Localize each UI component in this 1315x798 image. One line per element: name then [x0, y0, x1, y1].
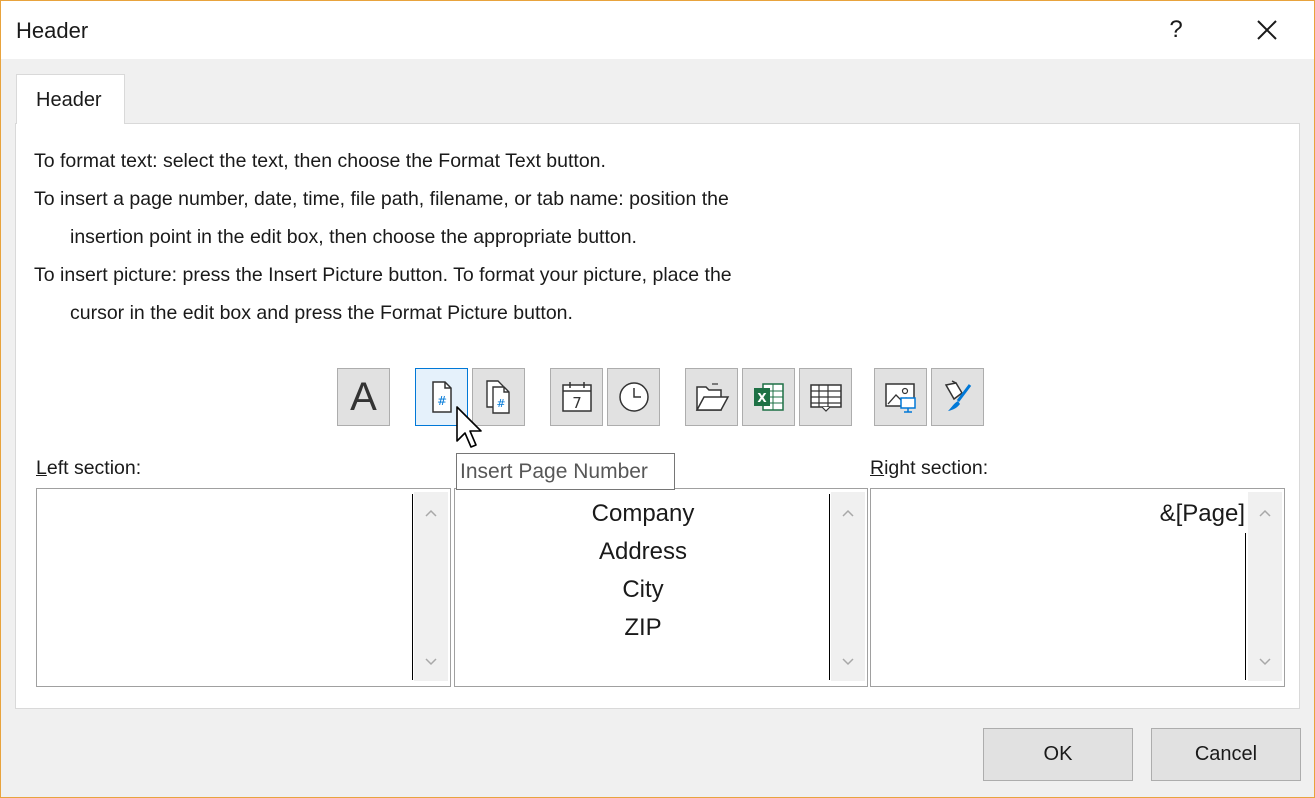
left-section-editbox[interactable] — [36, 488, 451, 687]
close-button[interactable] — [1244, 1, 1290, 59]
center-section-editbox[interactable]: Company Address City ZIP — [454, 488, 868, 687]
scroll-down-arrow[interactable] — [1248, 651, 1282, 673]
filename-icon: X — [753, 383, 784, 411]
format-picture-icon — [944, 380, 971, 411]
dialog-title: Header — [16, 18, 89, 43]
instruction-line-3: insertion point in the edit box, then ch… — [70, 226, 637, 248]
mouse-cursor-icon — [456, 406, 482, 448]
insert-picture-button[interactable] — [874, 368, 927, 426]
svg-text:#: # — [496, 397, 505, 410]
instruction-line-1: To format text: select the text, then ch… — [34, 150, 606, 172]
left-section-scrollbar[interactable] — [414, 492, 448, 681]
insert-sheet-name-button[interactable] — [799, 368, 852, 426]
insert-time-button[interactable] — [607, 368, 660, 426]
format-picture-button[interactable] — [931, 368, 984, 426]
sheet-name-icon — [809, 384, 842, 412]
chevron-down-icon — [842, 658, 854, 666]
svg-text:#: # — [436, 394, 446, 408]
insert-date-button[interactable]: 7 — [550, 368, 603, 426]
insert-file-path-button[interactable] — [685, 368, 738, 426]
tab-header[interactable]: Header — [16, 74, 125, 124]
right-section-label: Right section: — [870, 457, 989, 479]
chevron-down-icon — [425, 658, 437, 666]
right-section-scrollbar[interactable] — [1248, 492, 1282, 681]
date-icon: 7 — [561, 382, 592, 412]
help-button[interactable]: ? — [1153, 1, 1199, 59]
header-panel: To format text: select the text, then ch… — [15, 123, 1300, 709]
scroll-up-arrow[interactable] — [831, 502, 865, 524]
instruction-line-2: To insert a page number, date, time, fil… — [34, 188, 729, 210]
center-section-text: Company Address City ZIP — [455, 495, 831, 647]
center-line-city: City — [622, 576, 664, 603]
file-path-icon — [695, 383, 729, 411]
ok-button[interactable]: OK — [983, 728, 1133, 781]
chevron-up-icon — [1259, 509, 1271, 517]
left-section-divider — [412, 494, 413, 680]
scroll-up-arrow[interactable] — [414, 502, 448, 524]
right-section-editbox[interactable]: &[Page] — [870, 488, 1285, 687]
instruction-line-4: To insert picture: press the Insert Pict… — [34, 264, 732, 286]
insert-page-number-tooltip: Insert Page Number — [456, 453, 675, 490]
instruction-line-5: cursor in the edit box and press the For… — [70, 302, 573, 324]
svg-text:X: X — [757, 391, 767, 405]
close-icon — [1257, 20, 1277, 40]
chevron-down-icon — [1259, 658, 1271, 666]
page-number-icon: # — [431, 381, 452, 413]
right-line-page: &[Page] — [1159, 500, 1245, 527]
scroll-up-arrow[interactable] — [1248, 502, 1282, 524]
center-line-zip: ZIP — [624, 614, 662, 641]
scroll-down-arrow[interactable] — [831, 651, 865, 673]
center-line-address: Address — [598, 538, 688, 565]
center-section-divider — [829, 494, 830, 680]
chevron-up-icon — [425, 509, 437, 517]
center-line-company: Company — [591, 500, 695, 527]
header-dialog: Header ? Header To format text: select t… — [0, 0, 1315, 798]
insert-filename-button[interactable]: X — [742, 368, 795, 426]
format-text-button[interactable]: A — [337, 368, 390, 426]
title-bar: Header ? — [1, 1, 1314, 59]
right-section-text: &[Page] — [871, 495, 1245, 533]
chevron-up-icon — [842, 509, 854, 517]
left-section-label: Left section: — [36, 457, 142, 479]
right-section-divider — [1245, 533, 1246, 680]
number-of-pages-icon: # — [485, 380, 510, 414]
time-icon — [618, 382, 649, 412]
center-section-scrollbar[interactable] — [831, 492, 865, 681]
format-text-icon: A — [350, 374, 377, 419]
cancel-button[interactable]: Cancel — [1151, 728, 1301, 781]
scroll-down-arrow[interactable] — [414, 651, 448, 673]
date-icon-digit: 7 — [572, 394, 582, 412]
insert-picture-icon — [884, 383, 916, 413]
